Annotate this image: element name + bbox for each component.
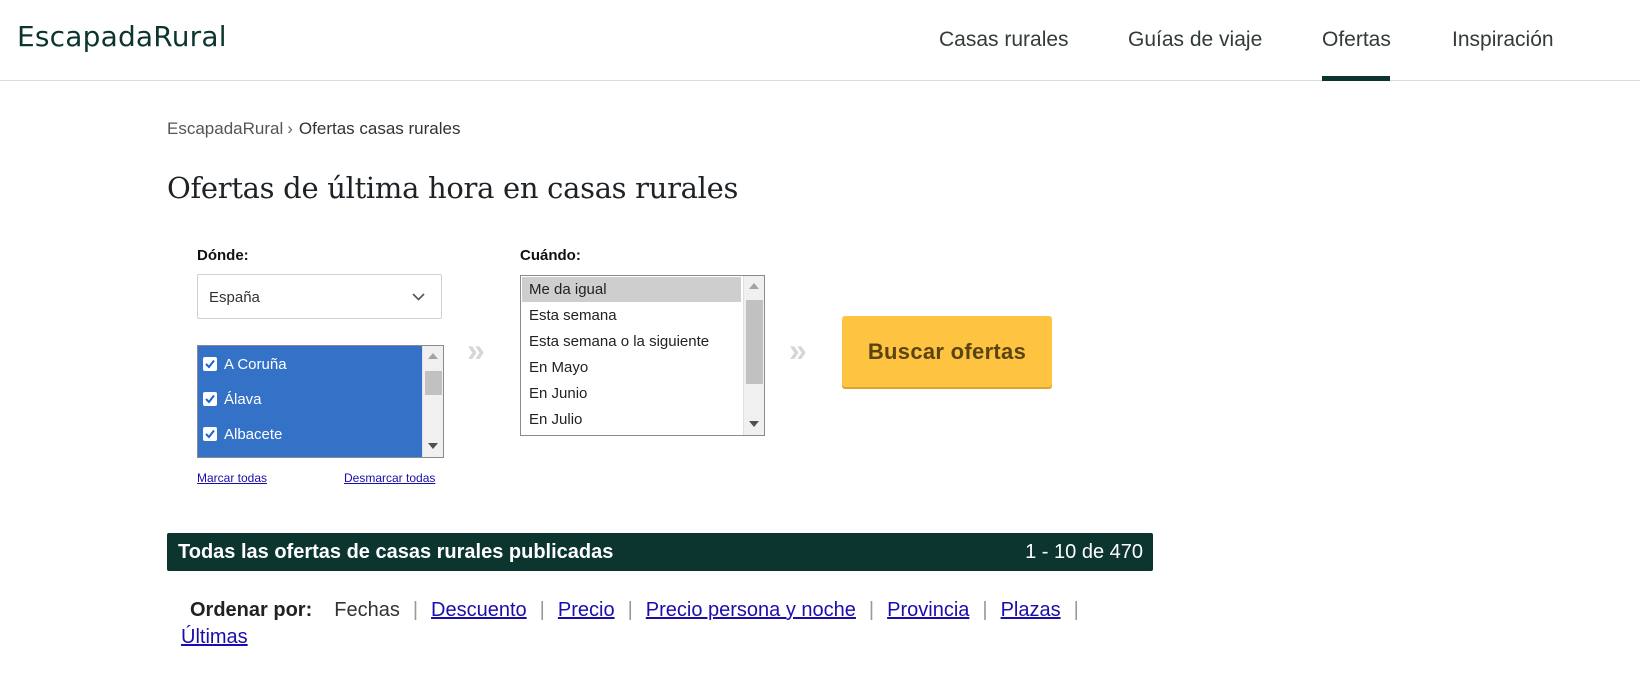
results-header: Todas las ofertas de casas rurales publi… [167,533,1153,571]
double-chevron-right-icon: » [789,332,807,368]
search-offers-button[interactable]: Buscar ofertas [842,316,1052,387]
sort-separator: | [412,599,419,621]
chevron-down-icon [412,293,425,301]
province-option[interactable]: Álava [203,387,262,411]
sort-bar-continued: Últimas [181,626,248,649]
page-title: Ofertas de última hora en casas rurales [167,171,739,205]
province-option-label: A Coruña [224,355,287,373]
sort-precio-link[interactable]: Precio [558,599,615,621]
date-option[interactable]: Esta semana o la siguiente [522,329,741,354]
province-scrollbar[interactable] [422,346,443,457]
date-option[interactable]: Esta semana [522,303,741,328]
sort-separator: | [868,599,875,621]
nav-ofertas[interactable]: Ofertas [1322,28,1391,52]
sort-current: Fechas [334,599,400,621]
double-chevron-right-icon: » [467,332,485,368]
scroll-up-icon[interactable] [428,353,438,359]
date-option[interactable]: Me da igual [522,277,741,302]
results-count: 1 - 10 de 470 [1025,541,1143,563]
sort-bar: Ordenar por: Fechas | Descuento | Precio | Prec… [190,599,1092,622]
scrollbar-thumb[interactable] [746,300,763,384]
checkbox-checked-icon[interactable] [203,392,217,406]
nav-inspiracion[interactable]: Inspiración [1452,28,1554,52]
province-option-label: Albacete [224,425,283,443]
province-option[interactable]: Albacete [203,422,282,446]
sort-ultimas-link[interactable]: Últimas [181,626,248,648]
checkbox-checked-icon[interactable] [203,357,217,371]
breadcrumb-home-link[interactable]: EscapadaRural [167,119,283,138]
scroll-down-icon[interactable] [749,421,759,427]
sort-precio-persona-noche-link[interactable]: Precio persona y noche [646,599,856,621]
sort-label: Ordenar por: [190,599,313,621]
nav-guias-de-viaje[interactable]: Guías de viaje [1128,28,1262,52]
date-option[interactable]: En Mayo [522,355,741,380]
breadcrumb: EscapadaRural › Ofertas casas rurales [167,119,460,139]
checkbox-checked-icon[interactable] [203,427,217,441]
sort-separator: | [982,599,988,621]
mark-all-link[interactable]: Marcar todas [197,471,267,485]
scroll-up-icon[interactable] [749,283,759,289]
sort-descuento-link[interactable]: Descuento [431,599,527,621]
date-scrollbar[interactable] [743,276,764,435]
nav-casas-rurales[interactable]: Casas rurales [939,28,1069,52]
scrollbar-thumb[interactable] [425,371,442,395]
when-label: Cuándo: [520,247,581,264]
scroll-down-icon[interactable] [428,443,438,449]
sort-separator: | [627,599,633,621]
province-option[interactable]: A Coruña [203,352,287,376]
sort-separator: | [539,599,545,621]
country-select[interactable]: España [197,274,442,319]
unmark-all-link[interactable]: Desmarcar todas [344,471,435,485]
site-logo[interactable]: EscapadaRural [17,20,227,53]
province-listbox[interactable]: A Coruña Álava Albacete [197,345,444,458]
where-label: Dónde: [197,247,249,264]
breadcrumb-separator: › [287,119,293,138]
sort-plazas-link[interactable]: Plazas [1001,599,1061,621]
province-option-label: Álava [224,390,262,408]
date-listbox[interactable]: Me da igual Esta semana Esta semana o la… [520,275,765,436]
breadcrumb-current: Ofertas casas rurales [298,119,461,138]
country-select-value: España [209,289,260,306]
date-option[interactable]: En Junio [522,381,741,406]
nav-active-indicator [1322,76,1390,81]
sort-provincia-link[interactable]: Provincia [887,599,969,621]
sort-separator: | [1073,599,1079,621]
date-option[interactable]: En Julio [522,407,741,432]
results-title: Todas las ofertas de casas rurales publi… [178,541,614,563]
site-header: EscapadaRural Casas rurales Guías de via… [0,0,1640,81]
